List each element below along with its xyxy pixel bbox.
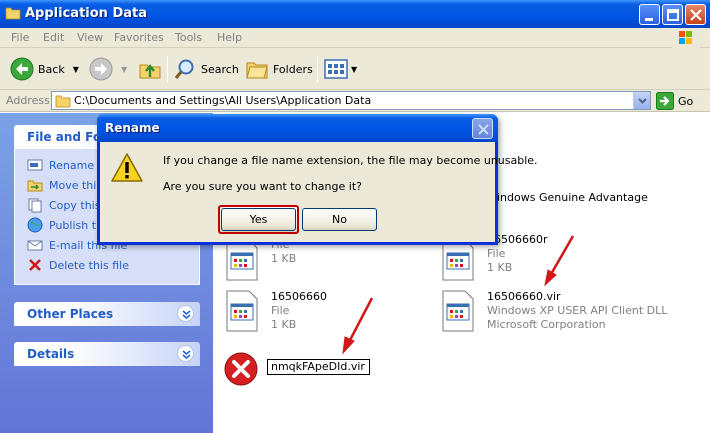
go-button[interactable]: Go [656,92,693,110]
file-size: 1 KB [487,261,513,274]
menu-tools[interactable]: Tools [175,31,202,44]
file-item[interactable]: 16506660 File 1 KB [225,290,327,332]
email-icon [27,240,43,251]
close-button[interactable] [685,4,706,25]
back-dropdown-icon[interactable]: ▼ [73,65,79,74]
file-item[interactable]: 16506660.vir Windows XP USER API Client … [441,290,667,332]
forward-arrow-icon [89,57,113,81]
back-button[interactable]: Back ▼ [10,54,79,84]
details-title: Details [27,347,75,361]
menu-bar: File Edit View Favorites Tools Help [0,28,710,48]
window-title: Application Data [25,6,147,21]
toolbar: Back ▼ ▼ Search Folders ▼ [0,48,710,90]
address-path: C:\Documents and Settings\All Users\Appl… [74,94,372,107]
back-arrow-icon [10,57,34,81]
back-label: Back [38,62,65,76]
file-type: File [271,304,290,317]
delete-x-icon [29,259,41,271]
chevron-down-icon[interactable] [177,345,194,362]
menu-view[interactable]: View [77,31,103,44]
task-delete[interactable]: Delete this file [27,257,129,273]
file-company: Microsoft Corporation [487,318,606,331]
chevron-down-icon [638,98,647,104]
dialog-close-button[interactable] [472,118,493,139]
generic-file-icon [442,239,474,281]
forward-button[interactable]: ▼ [89,54,127,84]
search-icon [174,59,194,79]
globe-icon [27,217,43,233]
task-copy[interactable]: Copy this [27,197,100,213]
go-arrow-icon [656,92,674,110]
file-type: Windows XP USER API Client DLL [487,304,668,317]
folders-label: Folders [273,62,313,76]
menu-edit[interactable]: Edit [43,31,64,44]
dialog-title: Rename [105,121,160,135]
file-item[interactable]: 16506660r File 1 KB [441,233,548,281]
yes-button[interactable]: Yes [221,208,296,231]
close-icon [478,124,489,135]
folder-icon [5,7,21,20]
other-places-header[interactable]: Other Places [14,302,200,326]
views-dropdown-icon[interactable]: ▼ [351,65,357,74]
rename-input[interactable]: nmqkFApeDId.vir [267,359,370,375]
task-publish[interactable]: Publish th [27,217,103,233]
error-x-icon [224,352,258,386]
generic-file-icon [226,239,258,281]
task-move[interactable]: Move this [27,177,102,193]
no-button[interactable]: No [302,208,377,231]
views-grid-icon [324,59,348,79]
title-bar: Application Data [0,0,710,28]
details-header[interactable]: Details [14,342,200,366]
move-icon [27,180,43,192]
file-name: 16506660 [271,290,327,303]
go-label: Go [678,94,694,108]
rename-icon [27,159,43,171]
windows-logo-icon [672,28,700,48]
forward-dropdown-icon[interactable]: ▼ [121,65,127,74]
file-name: 16506660.vir [487,290,561,303]
task-rename[interactable]: Rename t [27,157,102,173]
search-button[interactable]: Search [173,54,239,84]
warning-icon [111,153,143,182]
dialog-message: If you change a file name extension, the… [163,154,538,167]
search-label: Search [201,62,239,76]
up-folder-button[interactable] [138,54,162,84]
chevron-down-icon[interactable] [177,305,194,322]
rename-dialog: Rename If you change a file name extensi… [97,114,538,245]
menu-favorites[interactable]: Favorites [114,31,164,44]
generic-file-icon [226,290,258,332]
address-dropdown-button[interactable] [633,92,650,109]
file-item[interactable]: File 1 KB [225,238,297,281]
maximize-icon [667,9,679,21]
dll-file-icon [442,290,474,332]
up-folder-icon [139,64,161,79]
copy-icon [28,198,42,213]
dialog-title-bar: Rename [97,114,498,142]
menu-file[interactable]: File [11,31,29,44]
file-type: File [487,247,506,260]
close-icon [690,9,702,21]
menu-help[interactable]: Help [217,31,242,44]
file-size: 1 KB [271,252,297,265]
address-bar: Address C:\Documents and Settings\All Us… [0,90,710,112]
minimize-icon [645,18,653,21]
address-label: Address [6,94,50,107]
file-partial-name: indows Genuine Advantage [497,191,648,204]
other-places-title: Other Places [27,307,114,321]
file-size: 1 KB [271,318,297,331]
maximize-button[interactable] [662,4,683,25]
minimize-button[interactable] [639,4,660,25]
address-input[interactable]: C:\Documents and Settings\All Users\Appl… [51,91,651,110]
folders-button[interactable]: Folders [245,54,313,84]
dialog-question: Are you sure you want to change it? [163,180,362,193]
folder-icon [55,95,71,108]
folders-icon [246,62,268,79]
views-button[interactable]: ▼ [324,54,357,84]
